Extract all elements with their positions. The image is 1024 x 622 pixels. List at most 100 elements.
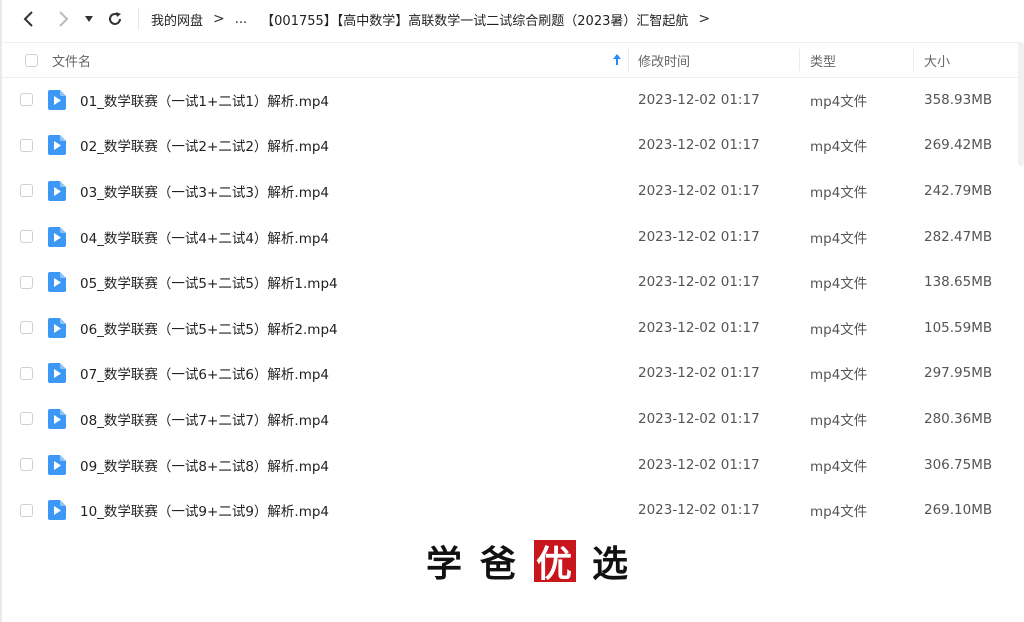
- video-file-icon: [48, 442, 66, 488]
- caret-down-icon: [85, 16, 93, 22]
- video-file-icon: [48, 123, 66, 169]
- row-checkbox-cell: [20, 396, 33, 442]
- file-row[interactable]: 03_数学联赛（一试3+二试3）解析.mp4 2023-12-02 01:17 …: [2, 168, 1020, 214]
- file-type: mp4文件: [810, 412, 868, 429]
- file-type: mp4文件: [810, 321, 868, 338]
- row-checkbox-cell: [20, 487, 33, 533]
- row-checkbox-cell: [20, 214, 33, 260]
- video-file-icon: [48, 351, 66, 397]
- breadcrumb-ellipsis[interactable]: ...: [235, 12, 247, 27]
- file-name[interactable]: 01_数学联赛（一试1+二试1）解析.mp4: [80, 77, 329, 123]
- file-modified-time: 2023-12-02 01:17: [638, 228, 760, 245]
- chevron-right-icon: [59, 11, 69, 27]
- file-size: 105.59MB: [924, 319, 993, 336]
- row-checkbox[interactable]: [20, 321, 33, 335]
- file-modified-time: 2023-12-02 01:17: [638, 274, 760, 291]
- file-row[interactable]: 01_数学联赛（一试1+二试1）解析.mp4 2023-12-02 01:17 …: [2, 77, 1020, 123]
- row-checkbox[interactable]: [20, 366, 33, 380]
- column-resizer[interactable]: [799, 49, 800, 71]
- select-all-checkbox[interactable]: [25, 53, 38, 67]
- file-manager-window: 我的网盘 > ... 【001755】【高中数学】高联数学一试二试综合刷题（20…: [0, 0, 1024, 622]
- file-type: mp4文件: [810, 504, 868, 521]
- file-row[interactable]: 05_数学联赛（一试5+二试5）解析1.mp4 2023-12-02 01:17…: [2, 259, 1020, 305]
- file-modified-time: 2023-12-02 01:17: [638, 456, 760, 473]
- row-checkbox-cell: [20, 123, 33, 169]
- file-list: 01_数学联赛（一试1+二试1）解析.mp4 2023-12-02 01:17 …: [2, 77, 1020, 533]
- row-checkbox[interactable]: [20, 93, 33, 107]
- breadcrumb-current-folder[interactable]: 【001755】【高中数学】高联数学一试二试综合刷题（2023暑）汇智起航: [261, 10, 688, 29]
- forward-button[interactable]: [48, 4, 78, 34]
- file-name[interactable]: 02_数学联赛（一试2+二试2）解析.mp4: [80, 123, 329, 169]
- breadcrumb-separator-icon: >: [698, 11, 711, 27]
- row-checkbox-cell: [20, 259, 33, 305]
- column-header: 文件名 修改时间 类型 大小: [2, 42, 1020, 78]
- file-name[interactable]: 04_数学联赛（一试4+二试4）解析.mp4: [80, 214, 329, 260]
- file-size: 242.79MB: [924, 182, 993, 199]
- file-type: mp4文件: [810, 139, 868, 156]
- header-modified[interactable]: 修改时间: [638, 43, 690, 77]
- watermark-char: 学: [426, 543, 465, 585]
- toolbar-divider: [138, 8, 139, 30]
- column-resizer[interactable]: [913, 49, 914, 71]
- file-name[interactable]: 07_数学联赛（一试6+二试6）解析.mp4: [80, 351, 329, 397]
- file-row[interactable]: 08_数学联赛（一试7+二试7）解析.mp4 2023-12-02 01:17 …: [2, 396, 1020, 442]
- file-row[interactable]: 02_数学联赛（一试2+二试2）解析.mp4 2023-12-02 01:17 …: [2, 123, 1020, 169]
- file-name[interactable]: 10_数学联赛（一试9+二试9）解析.mp4: [80, 487, 329, 533]
- file-modified-time: 2023-12-02 01:17: [638, 137, 760, 154]
- row-checkbox[interactable]: [20, 138, 33, 152]
- row-checkbox-cell: [20, 442, 33, 488]
- video-file-icon: [48, 168, 66, 214]
- refresh-button[interactable]: [100, 4, 130, 34]
- header-size[interactable]: 大小: [924, 43, 950, 77]
- file-row[interactable]: 10_数学联赛（一试9+二试9）解析.mp4 2023-12-02 01:17 …: [2, 487, 1020, 533]
- back-button[interactable]: [14, 4, 44, 34]
- sort-ascending-icon[interactable]: [612, 54, 622, 66]
- row-checkbox[interactable]: [20, 458, 33, 472]
- file-size: 282.47MB: [924, 228, 993, 245]
- video-file-icon: [48, 214, 66, 260]
- file-size: 280.36MB: [924, 410, 993, 427]
- file-type: mp4文件: [810, 93, 868, 110]
- file-size: 269.42MB: [924, 137, 993, 154]
- row-checkbox-cell: [20, 77, 33, 123]
- row-checkbox[interactable]: [20, 503, 33, 517]
- file-size: 138.65MB: [924, 274, 993, 291]
- file-row[interactable]: 09_数学联赛（一试8+二试8）解析.mp4 2023-12-02 01:17 …: [2, 442, 1020, 488]
- header-name[interactable]: 文件名: [52, 43, 91, 77]
- row-checkbox-cell: [20, 351, 33, 397]
- file-modified-time: 2023-12-02 01:17: [638, 91, 760, 108]
- file-modified-time: 2023-12-02 01:17: [638, 502, 760, 519]
- row-checkbox[interactable]: [20, 412, 33, 426]
- file-row[interactable]: 06_数学联赛（一试5+二试5）解析2.mp4 2023-12-02 01:17…: [2, 305, 1020, 351]
- file-size: 358.93MB: [924, 91, 993, 108]
- row-checkbox-cell: [20, 168, 33, 214]
- file-size: 269.10MB: [924, 502, 993, 519]
- refresh-icon: [109, 12, 121, 25]
- file-row[interactable]: 07_数学联赛（一试6+二试6）解析.mp4 2023-12-02 01:17 …: [2, 351, 1020, 397]
- file-type: mp4文件: [810, 458, 868, 475]
- file-row[interactable]: 04_数学联赛（一试4+二试4）解析.mp4 2023-12-02 01:17 …: [2, 214, 1020, 260]
- breadcrumb-root[interactable]: 我的网盘: [151, 10, 203, 29]
- row-checkbox-cell: [20, 305, 33, 351]
- file-modified-time: 2023-12-02 01:17: [638, 365, 760, 382]
- video-file-icon: [48, 487, 66, 533]
- video-file-icon: [48, 259, 66, 305]
- file-type: mp4文件: [810, 276, 868, 293]
- select-all-checkbox-cell: [25, 43, 38, 77]
- toolbar: 我的网盘 > ... 【001755】【高中数学】高联数学一试二试综合刷题（20…: [2, 0, 1024, 38]
- header-type[interactable]: 类型: [810, 43, 836, 77]
- row-checkbox[interactable]: [20, 275, 33, 289]
- file-name[interactable]: 09_数学联赛（一试8+二试8）解析.mp4: [80, 442, 329, 488]
- video-file-icon: [48, 396, 66, 442]
- column-resizer[interactable]: [628, 49, 629, 71]
- row-checkbox[interactable]: [20, 184, 33, 198]
- chevron-left-icon: [23, 11, 33, 27]
- watermark-char: 选: [592, 543, 631, 585]
- row-checkbox[interactable]: [20, 230, 33, 244]
- history-dropdown-button[interactable]: [80, 4, 98, 34]
- file-name[interactable]: 03_数学联赛（一试3+二试3）解析.mp4: [80, 168, 329, 214]
- file-name[interactable]: 08_数学联赛（一试7+二试7）解析.mp4: [80, 396, 329, 442]
- file-name[interactable]: 05_数学联赛（一试5+二试5）解析1.mp4: [80, 259, 338, 305]
- file-size: 306.75MB: [924, 456, 993, 473]
- file-name[interactable]: 06_数学联赛（一试5+二试5）解析2.mp4: [80, 305, 338, 351]
